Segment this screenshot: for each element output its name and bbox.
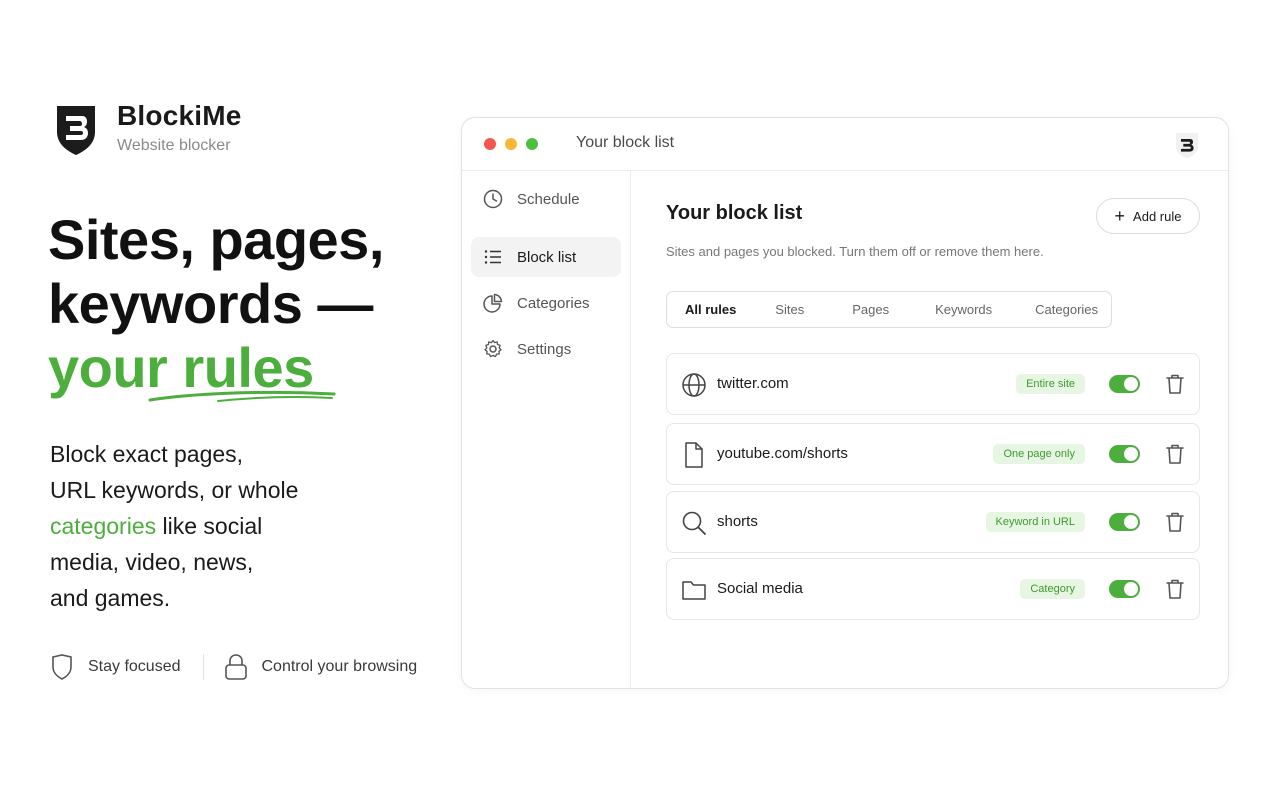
trash-icon[interactable] [1165, 443, 1185, 465]
headline-line-2: keywords — [48, 272, 373, 335]
feature-list: Stay focused Control your browsing [50, 653, 417, 681]
globe-icon [682, 373, 706, 397]
rule-type-badge: One page only [993, 444, 1085, 464]
brand-logo-icon [1176, 133, 1198, 158]
tab-keywords[interactable]: Keywords [935, 302, 992, 317]
add-rule-label: Add rule [1133, 208, 1182, 224]
window-maximize-button[interactable] [526, 138, 538, 150]
rule-type-badge: Entire site [1016, 374, 1085, 394]
rule-row: youtube.com/shorts One page only [666, 423, 1200, 485]
tab-all-rules[interactable]: All rules [685, 302, 736, 317]
folder-icon [682, 581, 706, 600]
brand-logo-icon [57, 106, 95, 155]
shield-icon [52, 654, 72, 680]
feature-divider [202, 654, 204, 680]
app-window: Your block list Schedule Block list Cate… [461, 117, 1229, 689]
pie-chart-icon [483, 293, 503, 313]
feature-stay-focused: Stay focused [50, 653, 181, 681]
rule-row: shorts Keyword in URL [666, 491, 1200, 553]
rule-name: shorts [717, 513, 758, 530]
window-title: Your block list [576, 134, 675, 151]
rule-type-badge: Keyword in URL [985, 512, 1085, 532]
feature-control-browsing: Control your browsing [224, 653, 418, 681]
trash-icon[interactable] [1165, 578, 1185, 600]
sidebar-item-schedule[interactable]: Schedule [471, 179, 621, 219]
sidebar-item-label: Settings [517, 340, 572, 358]
rule-enabled-toggle[interactable] [1109, 580, 1140, 598]
rule-row: twitter.com Entire site [666, 353, 1200, 415]
headline-accent: your rules [48, 336, 336, 402]
feature-label: Control your browsing [261, 658, 418, 675]
file-icon [685, 442, 703, 468]
sidebar-item-block-list[interactable]: Block list [471, 237, 621, 277]
sidebar-item-label: Block list [517, 248, 577, 266]
brand-name: BlockiMe [117, 100, 242, 131]
desc-highlight: categories [50, 513, 157, 539]
desc-line-3-rest: like social [156, 513, 263, 539]
desc-line-1: Block exact pages, [50, 441, 244, 467]
feature-label: Stay focused [88, 658, 181, 675]
list-icon [484, 250, 501, 264]
tab-categories[interactable]: Categories [1035, 302, 1098, 317]
add-rule-button[interactable]: + Add rule [1096, 198, 1200, 234]
sidebar-item-categories[interactable]: Categories [471, 283, 621, 323]
page-subtitle: Sites and pages you blocked. Turn them o… [666, 244, 1044, 259]
desc-line-5: and games. [50, 585, 171, 611]
tab-sites[interactable]: Sites [775, 302, 804, 317]
search-icon [682, 511, 706, 535]
rule-name: youtube.com/shorts [717, 445, 848, 462]
brand-subtitle: Website blocker [117, 137, 231, 154]
trash-icon[interactable] [1165, 373, 1185, 395]
headline: Sites, pages, keywords — your rules [48, 208, 384, 402]
rule-enabled-toggle[interactable] [1109, 513, 1140, 531]
main-panel: Your block list Sites and pages you bloc… [632, 171, 1228, 688]
hero-description: Block exact pages, URL keywords, or whol… [50, 436, 380, 616]
window-close-button[interactable] [484, 138, 496, 150]
gear-icon [484, 339, 502, 358]
clock-icon [483, 189, 503, 209]
rule-enabled-toggle[interactable] [1109, 445, 1140, 463]
rule-name: twitter.com [717, 375, 789, 392]
sidebar-item-settings[interactable]: Settings [471, 329, 621, 369]
window-minimize-button[interactable] [505, 138, 517, 150]
tab-pages[interactable]: Pages [852, 302, 889, 317]
lock-icon [224, 654, 247, 680]
plus-icon: + [1114, 206, 1126, 226]
window-titlebar: Your block list [462, 118, 1228, 171]
sidebar-item-label: Categories [517, 294, 590, 312]
underline-scribble-icon [148, 390, 336, 402]
desc-line-4: media, video, news, [50, 549, 254, 575]
sidebar-item-label: Schedule [517, 190, 580, 208]
page-title: Your block list [666, 202, 803, 224]
rule-type-badge: Category [1020, 579, 1085, 599]
desc-line-2: URL keywords, or whole [50, 477, 299, 503]
rule-enabled-toggle[interactable] [1109, 375, 1140, 393]
trash-icon[interactable] [1165, 511, 1185, 533]
desc-line-3: categories like social [50, 508, 380, 544]
filter-tabs: All rules Sites Pages Keywords Categorie… [666, 291, 1112, 328]
rule-name: Social media [717, 580, 803, 597]
rule-row: Social media Category [666, 558, 1200, 620]
sidebar: Schedule Block list Categories Settings [462, 171, 631, 688]
headline-line-1: Sites, pages, [48, 208, 384, 271]
brand: BlockiMe Website blocker [53, 100, 242, 158]
